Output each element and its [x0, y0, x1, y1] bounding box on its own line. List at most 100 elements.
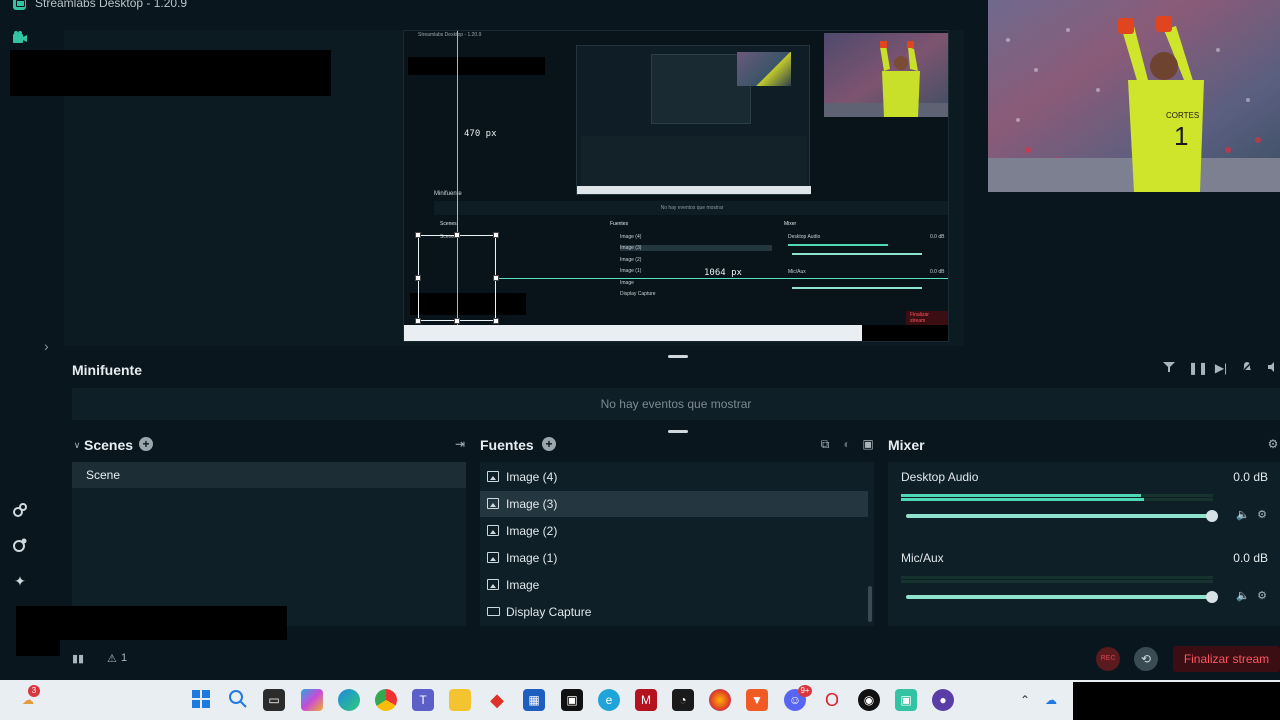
sparkle-icon[interactable]: ✦ [11, 572, 29, 590]
warning-icon[interactable]: ⚠ [107, 652, 117, 665]
red-diamond-app-icon[interactable]: ◆ [486, 689, 508, 711]
mixer-settings-gear-icon[interactable]: ⚙ [1266, 437, 1280, 451]
source-item-image-3[interactable]: Image (3) [480, 491, 868, 517]
browser-app-icon[interactable]: e [598, 689, 620, 711]
nested-db: 0.0 dB [930, 269, 945, 275]
image-icon [487, 579, 499, 590]
desktop-audio-volume-slider[interactable] [906, 514, 1212, 518]
nested-redacted-block [862, 325, 948, 341]
selection-box[interactable] [418, 235, 496, 321]
desktop-audio-volume-knob[interactable] [1206, 510, 1218, 522]
source-item-image[interactable]: Image [480, 572, 868, 598]
collapse-scenes-icon[interactable]: ⇥ [453, 437, 467, 451]
streamlabs-taskbar-icon[interactable]: ▣ [895, 689, 917, 711]
resize-handle[interactable] [493, 275, 499, 281]
horizontal-guide [496, 278, 948, 279]
image-source-photo[interactable]: CORTES 1 [988, 0, 1280, 192]
source-item-image-2[interactable]: Image (2) [480, 518, 868, 544]
nested-source-item: Display Capture [620, 291, 656, 297]
docks-splitter[interactable] [668, 430, 688, 433]
minifuente-panel: Minifuente ❚❚ ▶| No hay eventos que most… [60, 352, 1280, 434]
nested-photo [824, 33, 948, 117]
nested-scenes-title: Scenes [440, 221, 457, 227]
nested-mic: Mic/Aux [788, 269, 806, 275]
brave-icon[interactable]: ▼ [746, 689, 768, 711]
source-item-image-1[interactable]: Image (1) [480, 545, 868, 571]
resize-handle[interactable] [415, 232, 421, 238]
scenes-title: Scenes [84, 437, 134, 453]
opera-icon[interactable]: O [821, 689, 843, 711]
record-button[interactable]: REC [1096, 647, 1120, 671]
channel-settings-gear-icon[interactable]: ⚙ [1256, 590, 1268, 602]
skip-icon[interactable]: ▶| [1214, 361, 1228, 375]
search-icon[interactable] [227, 689, 249, 711]
link-icon[interactable] [11, 502, 29, 520]
filter-icon[interactable] [1162, 361, 1176, 375]
add-source-button[interactable]: + [542, 437, 556, 451]
source-label: Display Capture [506, 605, 592, 619]
file-explorer-icon[interactable] [449, 689, 471, 711]
resize-handle[interactable] [454, 232, 460, 238]
firefox-icon[interactable] [709, 689, 731, 711]
resize-handle[interactable] [454, 318, 460, 324]
onedrive-icon[interactable]: ☁ [1040, 689, 1062, 711]
performance-icon[interactable]: ▮▮ [72, 652, 84, 665]
side-nav: › ✦ + – [0, 16, 60, 680]
edge-icon[interactable] [338, 689, 360, 711]
steam-icon[interactable]: ◉ [858, 689, 880, 711]
shield-app-icon[interactable]: M [635, 689, 657, 711]
desktop-audio-meter-2 [901, 498, 1213, 501]
display-capture-preview[interactable]: Streamlabs Desktop - 1.20.9 Minifuente N… [403, 30, 949, 342]
mic-volume-slider[interactable] [906, 595, 1212, 599]
chevron-down-icon[interactable]: ∨ [70, 438, 84, 452]
mute-notifications-icon[interactable] [1240, 361, 1254, 375]
source-label: Image (4) [506, 470, 558, 484]
add-scene-button[interactable]: + [139, 437, 153, 451]
studio-mode-icon[interactable] [11, 30, 29, 48]
volume-icon[interactable] [1266, 361, 1280, 375]
media-app-icon[interactable]: ▣ [561, 689, 583, 711]
sources-scrollbar[interactable] [868, 586, 872, 622]
discord-badge: 9+ [798, 685, 812, 697]
scene-item[interactable]: Scene [72, 462, 466, 488]
copilot-icon[interactable] [301, 689, 323, 711]
source-properties-icon[interactable]: ▣ [861, 437, 875, 451]
edit-source-icon[interactable]: ◐ [840, 437, 854, 451]
resize-handle[interactable] [415, 275, 421, 281]
resize-handle[interactable] [415, 318, 421, 324]
resize-handle[interactable] [493, 232, 499, 238]
vertical-dimension: 470 px [464, 129, 497, 139]
nested-source-item: Image (4) [620, 234, 642, 240]
speaker-icon[interactable]: 🔈 [1236, 509, 1250, 521]
tray-chevron-up-icon[interactable]: ⌃ [1014, 689, 1036, 711]
channel-settings-gear-icon[interactable]: ⚙ [1256, 509, 1268, 521]
store-icon[interactable]: ▦ [523, 689, 545, 711]
purple-app-icon[interactable]: ● [932, 689, 954, 711]
pause-icon[interactable]: ❚❚ [1188, 361, 1208, 375]
source-item-image-4[interactable]: Image (4) [480, 464, 868, 490]
sources-list: Image (4) Image (3) Image (2) Image (1) … [480, 462, 874, 626]
mic-volume-knob[interactable] [1206, 591, 1218, 603]
resize-handle[interactable] [493, 318, 499, 324]
warning-count: 1 [121, 652, 128, 664]
mixer-title: Mixer [888, 437, 925, 453]
windows-start-icon[interactable] [190, 689, 212, 711]
stop-stream-button[interactable]: Finalizar stream [1173, 646, 1280, 672]
nested-fuentes-title: Fuentes [610, 221, 629, 227]
nested-redacted-block [408, 57, 545, 75]
add-folder-icon[interactable]: ⧉ [818, 437, 832, 451]
mixer-panel [888, 462, 1280, 626]
chevron-right-icon[interactable]: › [44, 338, 49, 354]
minifuente-toolbar: ❚❚ ▶| [1162, 361, 1280, 375]
settings-gear-icon[interactable] [11, 537, 29, 555]
teams-icon[interactable]: T [412, 689, 434, 711]
speedometer-app-icon[interactable]: ◔ [672, 689, 694, 711]
task-view-icon[interactable]: ▭ [263, 689, 285, 711]
chrome-icon[interactable] [375, 689, 397, 711]
nested-inner-screen [576, 45, 811, 195]
replay-buffer-button[interactable]: ⟲ [1134, 647, 1158, 671]
source-item-display-capture[interactable]: Display Capture [480, 599, 868, 625]
speaker-icon[interactable]: 🔈 [1236, 590, 1250, 602]
nested-empty-row: No hay eventos que mostrar [434, 201, 948, 215]
weather-badge: 3 [28, 685, 40, 697]
